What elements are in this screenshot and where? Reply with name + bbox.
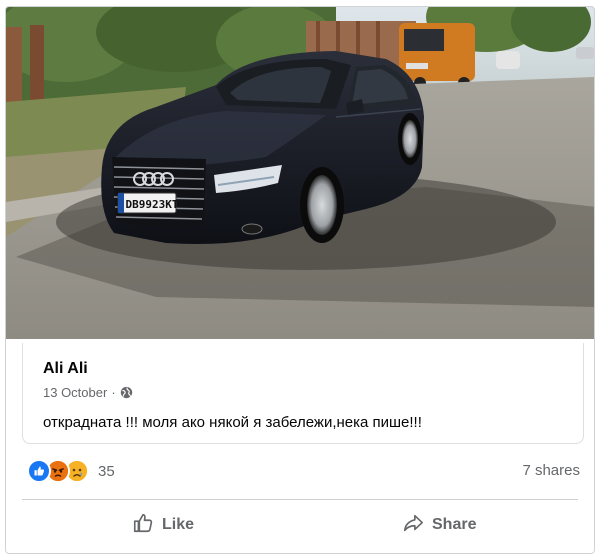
post-meta: 13 October ·	[43, 385, 133, 400]
reactions-summary[interactable]: 35	[27, 459, 115, 483]
shared-post-card[interactable]: Ali Ali 13 October · откраднатa !!! моля…	[22, 343, 584, 444]
post-photo[interactable]: DB9923KT	[6, 7, 594, 339]
thumbs-up-icon	[132, 512, 154, 539]
share-count[interactable]: 7 shares	[522, 462, 580, 479]
like-label: Like	[162, 516, 195, 533]
license-plate-text: DB9923KT	[126, 198, 179, 211]
like-reaction-icon	[27, 459, 51, 483]
post-date[interactable]: 13 October	[43, 385, 107, 400]
meta-separator: ·	[111, 385, 116, 400]
share-arrow-icon	[402, 512, 424, 539]
reaction-count[interactable]: 35	[98, 463, 115, 480]
share-button[interactable]: Share	[402, 507, 476, 543]
divider	[22, 499, 578, 500]
post-text: откраднатa !!! моля ако някой я забележи…	[43, 414, 422, 431]
share-label: Share	[432, 516, 477, 533]
globe-icon[interactable]	[120, 386, 133, 399]
facebook-post: DB9923KT Ali Ali 13 October · откраднатa…	[5, 6, 595, 554]
car-photo-illustration: DB9923KT	[6, 7, 594, 339]
like-button[interactable]: Like	[132, 507, 194, 543]
post-author[interactable]: Ali Ali	[43, 360, 88, 378]
